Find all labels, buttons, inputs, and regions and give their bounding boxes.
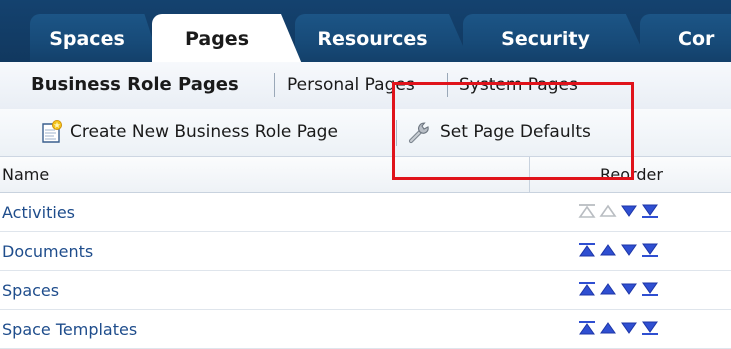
move-top-icon[interactable] [578, 203, 596, 219]
column-header-reorder: Reorder [600, 165, 663, 184]
page-name-link[interactable]: Space Templates [2, 320, 137, 339]
move-down-icon[interactable] [620, 281, 638, 297]
column-header-name[interactable]: Name [2, 165, 49, 184]
set-page-defaults-label: Set Page Defaults [440, 122, 591, 142]
move-bottom-icon[interactable] [641, 203, 659, 219]
page-name-link[interactable]: Documents [2, 242, 93, 261]
table-row: Space Templates [0, 310, 731, 349]
subnav-business-role-pages[interactable]: Business Role Pages [31, 74, 239, 95]
create-new-business-role-page-button[interactable]: Create New Business Role Page [40, 118, 338, 146]
column-divider [529, 157, 530, 192]
tab-configuration[interactable]: Cor [640, 14, 731, 62]
set-page-defaults-button[interactable]: Set Page Defaults [408, 118, 591, 146]
reorder-controls [578, 242, 659, 258]
tab-security-label: Security [501, 28, 590, 50]
move-up-icon[interactable] [599, 203, 617, 219]
tab-spaces[interactable]: Spaces [30, 14, 160, 62]
move-bottom-icon[interactable] [641, 281, 659, 297]
new-page-icon [42, 120, 62, 143]
pages-toolbar: Create New Business Role Page Set Page D… [0, 109, 731, 157]
move-up-icon[interactable] [599, 242, 617, 258]
wrench-icon [408, 122, 429, 144]
tab-resources[interactable]: Resources [295, 14, 470, 62]
tab-resources-label: Resources [317, 28, 428, 50]
reorder-controls [578, 320, 659, 336]
move-up-icon[interactable] [599, 320, 617, 336]
move-top-icon[interactable] [578, 281, 596, 297]
create-new-business-role-page-label: Create New Business Role Page [70, 122, 338, 142]
toolbar-divider [396, 120, 397, 146]
tab-pages[interactable]: Pages [152, 14, 302, 62]
move-down-icon[interactable] [620, 242, 638, 258]
move-top-icon[interactable] [578, 242, 596, 258]
move-down-icon[interactable] [620, 203, 638, 219]
subnav-divider [274, 73, 275, 97]
move-bottom-icon[interactable] [641, 320, 659, 336]
reorder-controls [578, 281, 659, 297]
table-row: Documents [0, 232, 731, 271]
subnav-divider [447, 73, 448, 97]
move-bottom-icon[interactable] [641, 242, 659, 258]
page-type-subnav: Business Role Pages Personal Pages Syste… [0, 62, 731, 110]
tab-configuration-label: Cor [678, 28, 715, 50]
tab-security[interactable]: Security [463, 14, 648, 62]
move-top-icon[interactable] [578, 320, 596, 336]
page-name-link[interactable]: Spaces [2, 281, 59, 300]
table-row: Activities [0, 193, 731, 232]
page-name-link[interactable]: Activities [2, 203, 75, 222]
tab-spaces-label: Spaces [49, 28, 125, 50]
pages-table-header: Name Reorder [0, 157, 731, 193]
subnav-system-pages[interactable]: System Pages [459, 75, 578, 95]
move-down-icon[interactable] [620, 320, 638, 336]
table-row: Spaces [0, 271, 731, 310]
tab-pages-label: Pages [184, 28, 250, 50]
reorder-controls [578, 203, 659, 219]
main-tab-bar: Spaces Resources Security Cor Pages [0, 0, 731, 64]
subnav-personal-pages[interactable]: Personal Pages [287, 75, 415, 95]
move-up-icon[interactable] [599, 281, 617, 297]
